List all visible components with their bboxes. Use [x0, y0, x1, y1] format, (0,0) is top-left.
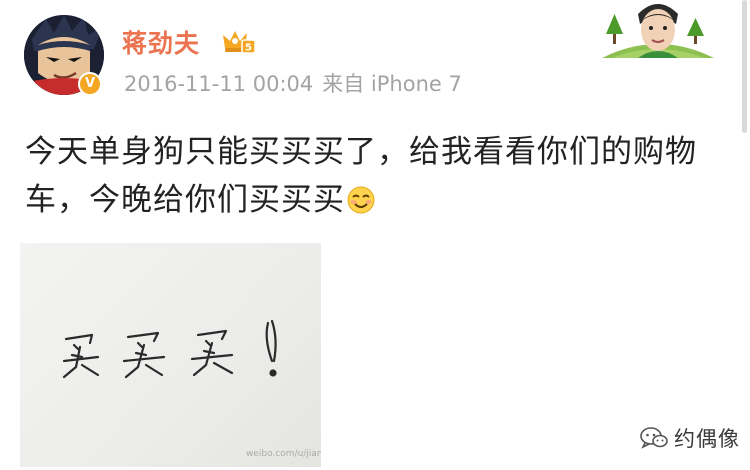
username[interactable]: 蒋劲夫	[122, 24, 200, 60]
photo-watermark: weibo.com/u/jiangjinfu	[246, 449, 321, 459]
scrollbar[interactable]	[742, 0, 747, 133]
verified-badge: V	[78, 72, 102, 96]
vip-crown-icon[interactable]: 5	[221, 25, 255, 55]
post-meta: 2016-11-11 00:04 来自 iPhone 7	[124, 68, 462, 98]
post-text: 今天单身狗只能买买买了，给我看看你们的购物车，今晚给你们买买买	[25, 128, 725, 224]
post-timestamp[interactable]: 2016-11-11 00:04	[124, 72, 313, 96]
account-name: 约偶像	[674, 427, 740, 451]
post-photo[interactable]: weibo.com/u/jiangjinfu	[20, 243, 321, 467]
handwriting-image	[62, 319, 277, 379]
post-source: 来自 iPhone 7	[322, 72, 462, 96]
tree-icon	[687, 18, 704, 44]
vip-level: 5	[245, 43, 252, 54]
profile-card-decoration	[602, 4, 714, 58]
tree-icon	[606, 14, 623, 44]
wechat-icon	[640, 427, 668, 449]
smirk-face-emoji-icon	[347, 186, 375, 214]
weibo-post: V 蒋劲夫 5 2016-11-11 00:04 来自 iPhone 7 今天单…	[0, 0, 750, 470]
account-watermark: 约偶像	[640, 425, 740, 451]
